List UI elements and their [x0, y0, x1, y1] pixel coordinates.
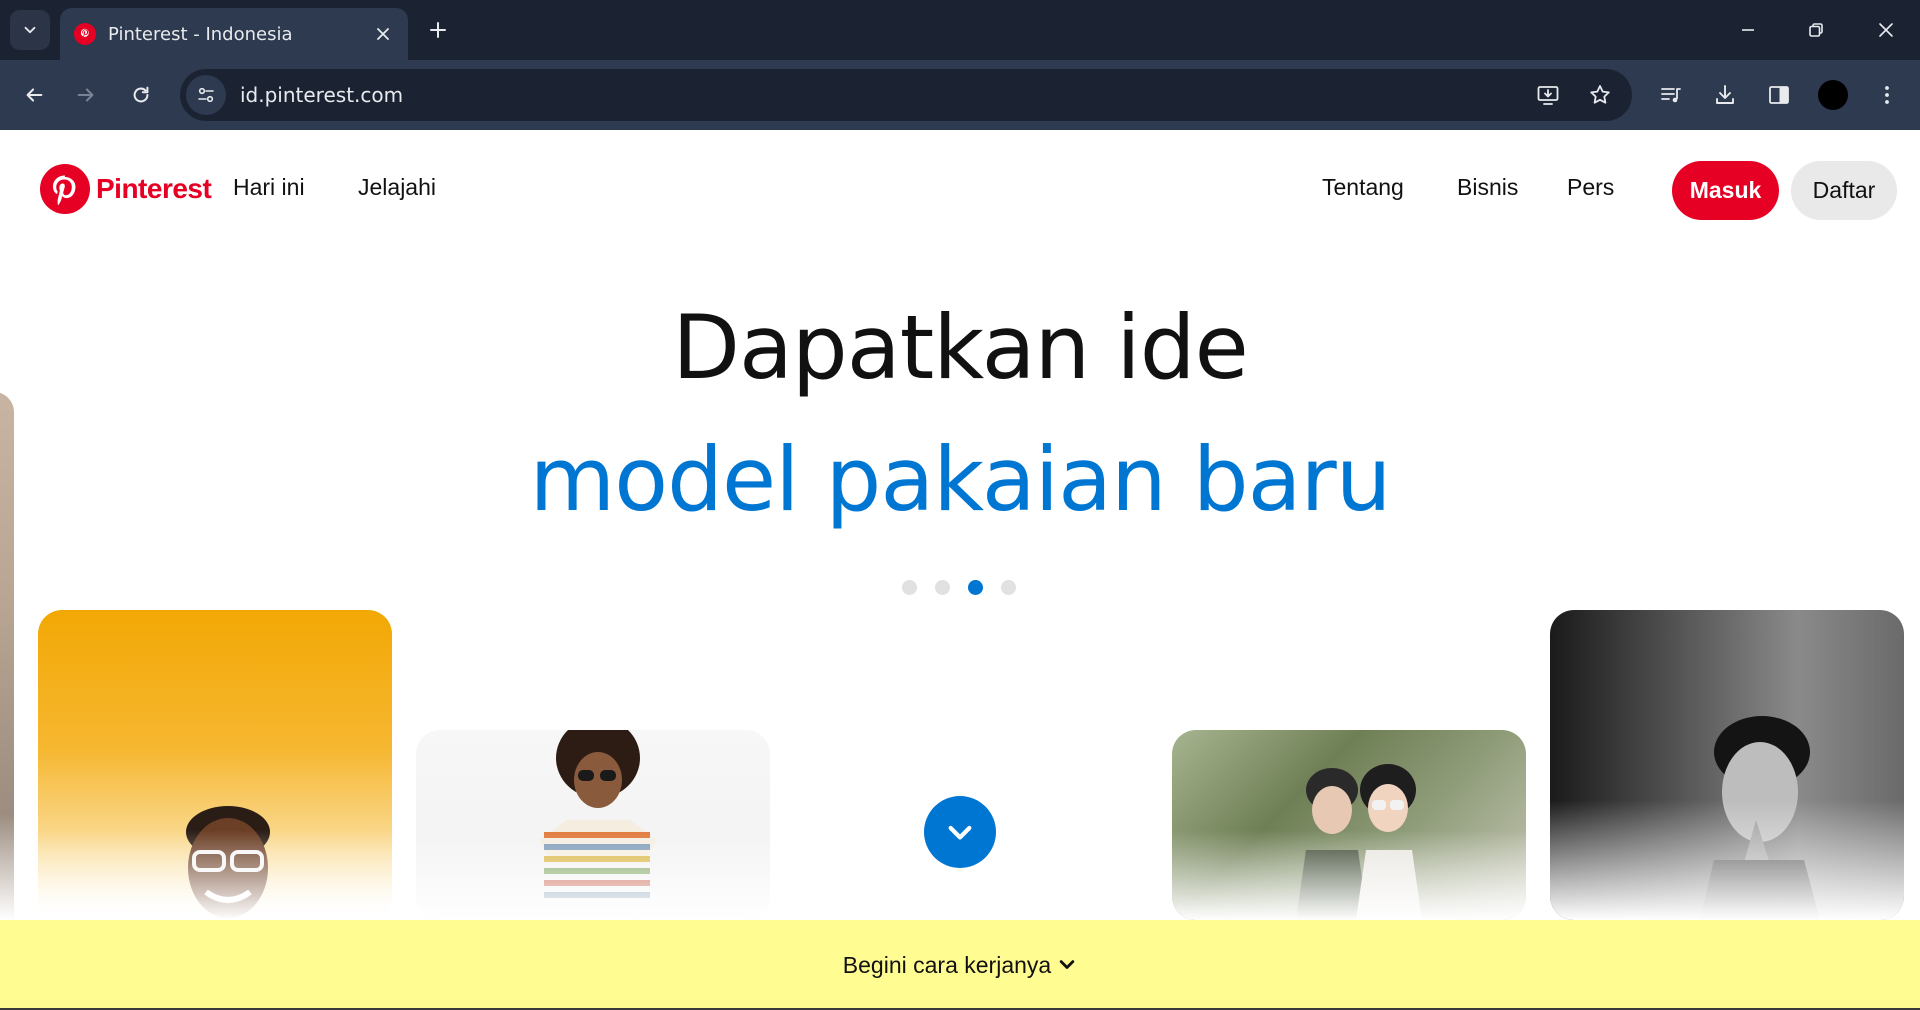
tab-title: Pinterest - Indonesia [108, 23, 293, 45]
restore-icon [1809, 23, 1823, 37]
new-tab-button[interactable] [420, 12, 456, 48]
arrow-left-icon [26, 88, 43, 102]
nav-link-bisnis[interactable]: Bisnis [1457, 174, 1518, 201]
carousel-indicator [902, 580, 1016, 595]
arrow-right-icon [77, 88, 94, 102]
chevron-down-icon [948, 825, 972, 840]
carousel-dot[interactable] [902, 580, 917, 595]
hero-headline: Dapatkan ide [672, 296, 1249, 399]
download-icon [1716, 85, 1734, 104]
plus-icon [430, 22, 446, 38]
install-app-icon [1537, 86, 1559, 105]
close-icon [377, 28, 389, 40]
site-info-button[interactable] [186, 75, 226, 115]
pinterest-wordmark: Pinterest [96, 173, 212, 204]
pin-image-card[interactable] [1550, 610, 1904, 920]
downloads-button[interactable] [1705, 75, 1745, 115]
tune-icon [198, 87, 214, 103]
address-bar[interactable]: id.pinterest.com [180, 69, 1632, 121]
pin-image-card[interactable] [0, 392, 14, 920]
carousel-dot[interactable] [935, 580, 950, 595]
how-it-works-bar[interactable]: Begini cara kerjanya [0, 920, 1920, 1010]
nav-link-jelajahi[interactable]: Jelajahi [358, 174, 436, 201]
pinterest-landing-page: Pinterest Hari ini Jelajahi Tentang Bisn… [0, 130, 1920, 1010]
carousel-dot-active[interactable] [968, 580, 983, 595]
kebab-menu-icon [1885, 86, 1889, 104]
browser-tab[interactable]: Pinterest - Indonesia [60, 8, 408, 60]
bookmark-button[interactable] [1580, 75, 1620, 115]
chevron-down-icon [24, 26, 36, 34]
site-header: Pinterest Hari ini Jelajahi Tentang Bisn… [0, 130, 1920, 254]
pinterest-logo[interactable]: Pinterest [40, 164, 212, 214]
pin-image-card[interactable] [38, 610, 392, 920]
carousel-dot[interactable] [1001, 580, 1016, 595]
install-app-button[interactable] [1528, 75, 1568, 115]
card-fade-overlay [38, 830, 392, 920]
login-button[interactable]: Masuk [1672, 161, 1779, 220]
card-fade-overlay [416, 830, 770, 920]
side-panel-button[interactable] [1759, 75, 1799, 115]
pin-image-card[interactable] [416, 730, 770, 920]
restore-button[interactable] [1788, 6, 1844, 54]
close-window-button[interactable] [1858, 6, 1914, 54]
scroll-down-button[interactable] [924, 796, 996, 868]
tab-search-button[interactable] [10, 10, 50, 50]
star-icon [1590, 85, 1610, 104]
reload-button[interactable] [121, 75, 161, 115]
reload-icon [133, 86, 149, 103]
pinterest-favicon-icon [74, 23, 96, 45]
back-button[interactable] [14, 75, 54, 115]
hero-subline: model pakaian baru [529, 428, 1392, 531]
forward-button[interactable] [66, 75, 106, 115]
close-icon [1879, 23, 1893, 37]
minimize-icon [1742, 29, 1754, 31]
nav-link-tentang[interactable]: Tentang [1322, 174, 1404, 201]
card-fade-overlay [1550, 800, 1904, 920]
nav-link-hari-ini[interactable]: Hari ini [233, 174, 305, 201]
media-queue-icon [1661, 88, 1681, 103]
browser-menu-button[interactable] [1867, 75, 1907, 115]
profile-avatar[interactable] [1818, 80, 1848, 110]
media-control-button[interactable] [1651, 75, 1691, 115]
minimize-button[interactable] [1720, 6, 1776, 54]
nav-link-pers[interactable]: Pers [1567, 174, 1614, 201]
card-fade-overlay [1172, 830, 1526, 920]
chevron-down-icon [1057, 955, 1077, 975]
how-it-works-label: Begini cara kerjanya [842, 951, 1052, 978]
side-panel-icon [1769, 86, 1789, 104]
browser-toolbar: id.pinterest.com [0, 60, 1920, 130]
browser-tab-strip: Pinterest - Indonesia [0, 0, 1920, 60]
tab-close-button[interactable] [368, 19, 398, 49]
pin-image-card[interactable] [1172, 730, 1526, 920]
pinterest-logo-icon [40, 164, 90, 214]
url-text[interactable]: id.pinterest.com [240, 83, 1528, 107]
signup-button[interactable]: Daftar [1791, 161, 1897, 220]
